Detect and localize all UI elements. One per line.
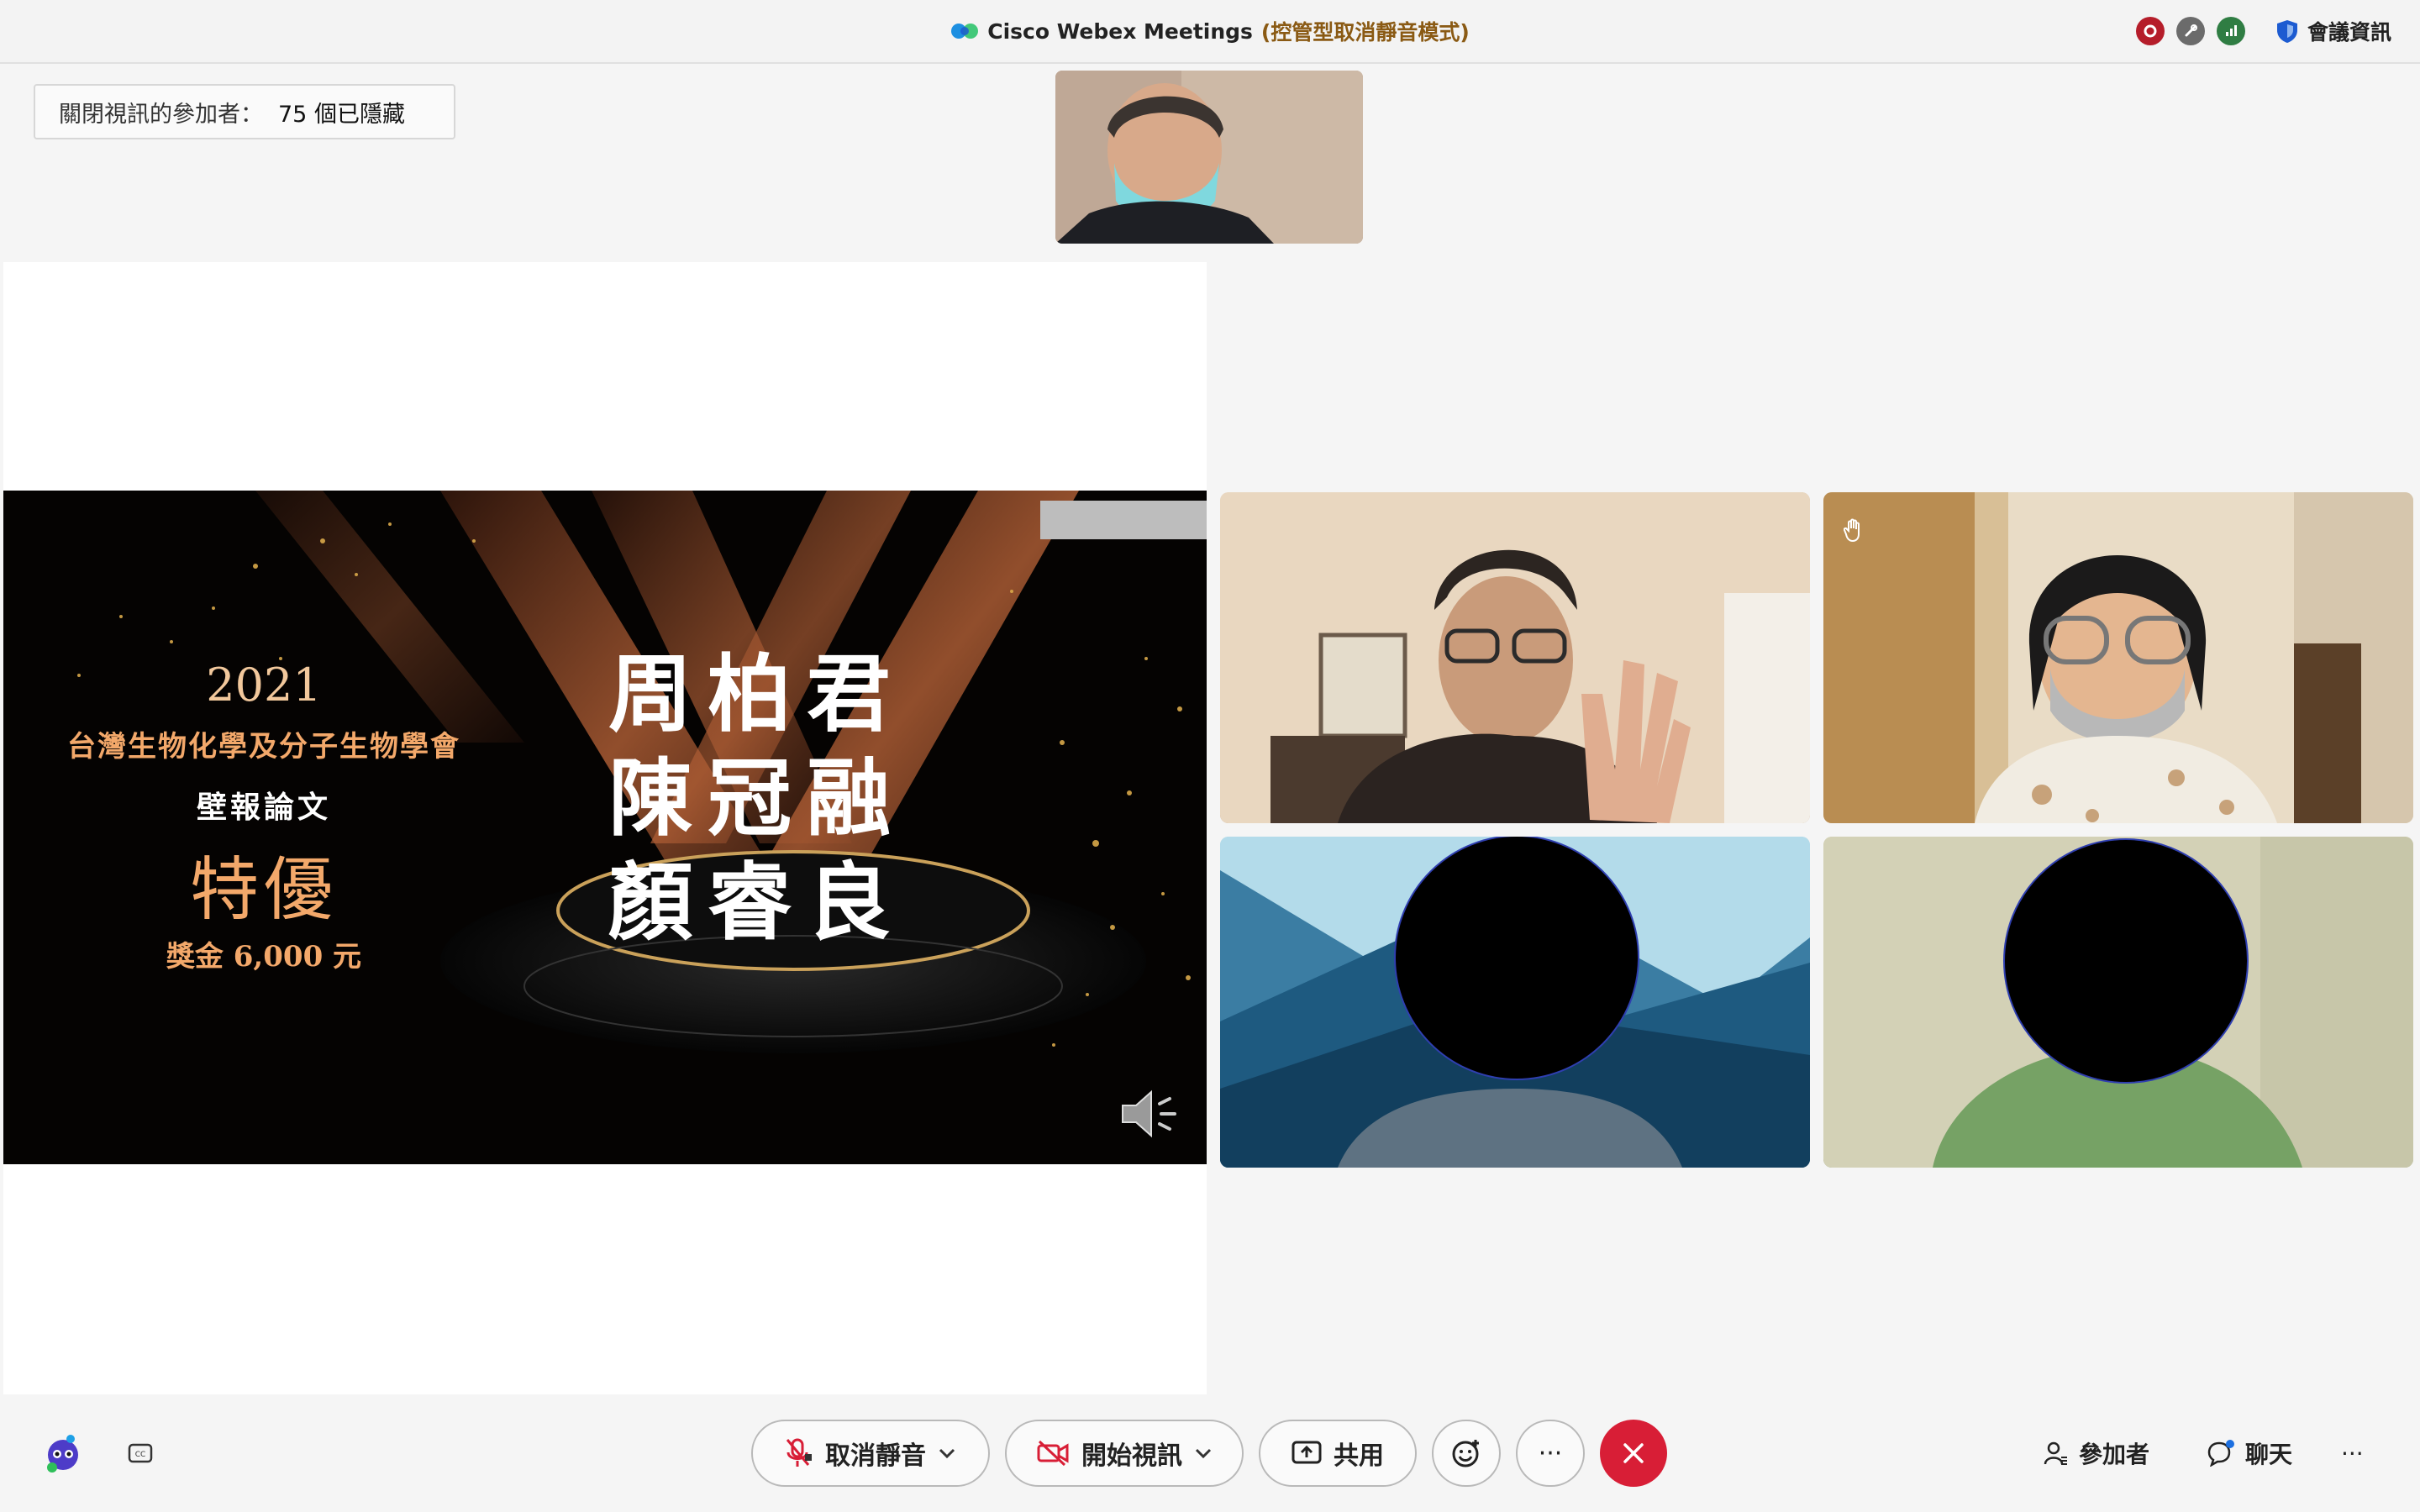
participant-video-frame bbox=[1220, 492, 1810, 823]
video-off-icon bbox=[1037, 1440, 1069, 1467]
meeting-info-label: 會議資訊 bbox=[2307, 20, 2391, 45]
chat-label: 聊天 bbox=[2245, 1441, 2293, 1468]
meeting-info-button[interactable]: 會議資訊 bbox=[2275, 16, 2391, 46]
participant-video-tile[interactable] bbox=[1823, 492, 2413, 823]
hidden-participants-label: 關閉視訊的參加者： bbox=[59, 101, 263, 128]
app-name: Cisco Webex Meetings bbox=[987, 18, 1253, 44]
participant-video-tile[interactable] bbox=[1823, 837, 2413, 1168]
slide-prize: 獎金 6,000 元 bbox=[166, 940, 362, 974]
chevron-down-icon[interactable] bbox=[1194, 1447, 1213, 1459]
reaction-icon bbox=[1452, 1440, 1479, 1467]
slide-category: 壁報論文 bbox=[196, 790, 331, 825]
signal-icon[interactable] bbox=[2216, 17, 2245, 45]
unmute-label: 取消靜音 bbox=[825, 1441, 926, 1471]
mic-muted-icon bbox=[786, 1438, 812, 1467]
active-speaker-video[interactable] bbox=[1055, 71, 1363, 244]
slide-society: 台灣生物化學及分子生物學會 bbox=[67, 730, 460, 764]
control-bar: CC 取消靜音 開始視訊 共用 ··· 參加者 聊天 ··· bbox=[0, 1394, 2420, 1512]
shared-slide: 2021 台灣生物化學及分子生物學會 壁報論文 特優 獎金 6,000 元 周柏… bbox=[3, 491, 1207, 1164]
start-video-button[interactable]: 開始視訊 bbox=[1005, 1420, 1244, 1487]
slide-overlay-bar bbox=[1040, 501, 1207, 539]
reactions-button[interactable] bbox=[1432, 1420, 1501, 1487]
chat-bubble-icon bbox=[2207, 1440, 2234, 1467]
assistant-icon[interactable] bbox=[42, 1432, 84, 1474]
leave-meeting-button[interactable] bbox=[1600, 1420, 1667, 1487]
blackout-circle bbox=[1394, 837, 1639, 1080]
winner-name: 顏睿良 bbox=[608, 853, 906, 952]
participant-video-frame bbox=[1823, 492, 2413, 823]
chevron-down-icon[interactable] bbox=[938, 1447, 956, 1459]
unmute-button[interactable]: 取消靜音 bbox=[751, 1420, 990, 1487]
chat-button[interactable]: 聊天 bbox=[2207, 1420, 2292, 1487]
slide-award: 特優 bbox=[189, 850, 338, 930]
winner-name: 陳冠融 bbox=[608, 748, 906, 848]
participants-button[interactable]: 參加者 bbox=[2044, 1420, 2149, 1487]
svg-text:CC: CC bbox=[135, 1451, 146, 1459]
overflow-label: ··· bbox=[2341, 1439, 2364, 1467]
slide-award-text: 2021 台灣生物化學及分子生物學會 壁報論文 特優 獎金 6,000 元 bbox=[3, 659, 524, 974]
raise-hand-icon bbox=[1843, 517, 1865, 549]
title-right-controls: 會議資訊 bbox=[2135, 0, 2391, 62]
share-label: 共用 bbox=[1334, 1441, 1384, 1471]
share-button[interactable]: 共用 bbox=[1259, 1420, 1417, 1487]
winner-name: 周柏君 bbox=[608, 644, 906, 743]
blackout-circle bbox=[2003, 838, 2249, 1084]
speaker-video-frame bbox=[1055, 71, 1363, 244]
participant-video-tile[interactable] bbox=[1220, 837, 1810, 1168]
link-icon[interactable] bbox=[2175, 17, 2205, 45]
more-options-button[interactable]: ··· bbox=[1516, 1420, 1585, 1487]
slide-year: 2021 bbox=[206, 659, 322, 711]
shield-icon bbox=[2276, 20, 2297, 43]
overflow-menu-button[interactable]: ··· bbox=[2341, 1420, 2364, 1487]
webex-logo-icon bbox=[951, 24, 979, 39]
window-title: Cisco Webex Meetings (控管型取消靜音模式) bbox=[0, 0, 2420, 62]
hidden-participants-count: 75 個已隱藏 bbox=[278, 101, 405, 128]
unmute-mode-label: (控管型取消靜音模式) bbox=[1260, 20, 1470, 45]
cc-icon[interactable]: CC bbox=[128, 1443, 153, 1463]
title-bar: Cisco Webex Meetings (控管型取消靜音模式) 會議資訊 bbox=[0, 0, 2420, 64]
slide-winner-names: 周柏君 陳冠融 顏睿良 bbox=[608, 642, 995, 954]
speaker-icon bbox=[1122, 1089, 1176, 1138]
share-screen-icon bbox=[1292, 1441, 1322, 1464]
start-video-label: 開始視訊 bbox=[1081, 1441, 1182, 1471]
record-icon[interactable] bbox=[2135, 17, 2165, 45]
hidden-participants-box[interactable]: 關閉視訊的參加者： 75 個已隱藏 bbox=[34, 84, 455, 139]
participant-video-tile[interactable] bbox=[1220, 492, 1810, 823]
participants-label: 參加者 bbox=[2079, 1441, 2150, 1468]
more-label: ··· bbox=[1538, 1438, 1563, 1468]
person-icon bbox=[2044, 1441, 2067, 1465]
close-icon bbox=[1623, 1443, 1644, 1463]
